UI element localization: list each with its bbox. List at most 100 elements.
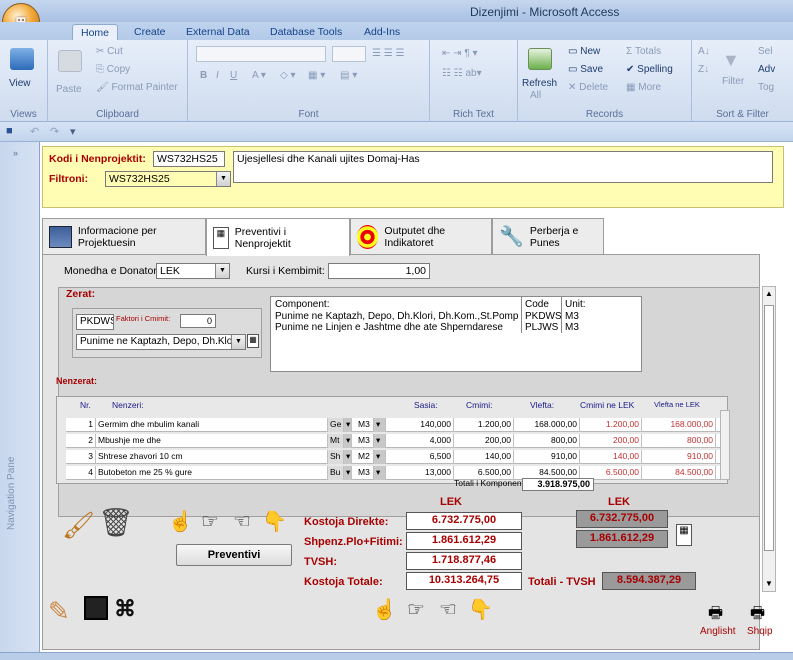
more-button[interactable]: ▦ More [626, 82, 661, 93]
refresh-button[interactable]: Refresh [522, 78, 557, 89]
customize-qat-icon[interactable]: ▾ [70, 125, 76, 138]
undo-icon[interactable]: ↶ [30, 125, 39, 138]
chevron-down-icon[interactable]: ▾ [344, 418, 352, 432]
font-color-icon[interactable]: A ▾ [252, 70, 266, 81]
component-row-1-name[interactable]: Punime ne Kaptazh, Depo, Dh.Klori, Dh.Ko… [275, 311, 518, 322]
component-code-field[interactable]: PKDWS [76, 314, 114, 330]
font-name-combo[interactable] [196, 46, 326, 62]
hand-left-icon[interactable]: ☜ [436, 596, 460, 624]
indent-icons[interactable]: ⇤ ⇥ ¶ ▾ [442, 48, 477, 59]
alt-fill-icon[interactable]: ▤ ▾ [340, 70, 357, 81]
chevron-down-icon[interactable]: ▾ [344, 434, 352, 448]
tab-perberja[interactable]: 🔧 Perberja e Punes [492, 218, 604, 254]
row-code[interactable]: Sh [328, 450, 344, 464]
row-quantity[interactable]: 13,000 [402, 466, 454, 480]
save-record-button[interactable]: ▭ Save [568, 64, 603, 75]
filtroni-combo[interactable]: WS732HS25 ▼ [105, 171, 231, 187]
hand-down-icon[interactable]: 👇 [262, 508, 287, 536]
ribbon-tab-create[interactable]: Create [126, 24, 174, 41]
trash-icon[interactable]: 🗑 [98, 506, 134, 539]
bold-button[interactable]: B [200, 70, 207, 81]
grid-scrollbar[interactable] [720, 410, 730, 480]
save-disk-icon[interactable] [84, 596, 108, 620]
table-row[interactable]: 1 Germim dhe mbulim kanali Ge ▾ M3 ▾ 140… [66, 418, 720, 432]
component-list[interactable]: Component: Code Unit: Punime ne Kaptazh,… [270, 296, 642, 372]
navigation-pane[interactable]: » [0, 142, 40, 652]
row-name[interactable]: Butobeton me 25 % gure [96, 466, 328, 480]
row-price[interactable]: 200,00 [454, 434, 514, 448]
view-button[interactable]: View [9, 78, 31, 89]
italic-button[interactable]: I [216, 70, 219, 81]
hand-right-icon[interactable]: ☞ [198, 508, 222, 536]
calculator-icon[interactable]: ▦ [676, 524, 692, 546]
hand-down-icon[interactable]: 👇 [468, 596, 493, 624]
description-field[interactable]: Ujesjellesi dhe Kanali ujites Domaj-Has [233, 151, 773, 183]
paste-button[interactable]: Paste [56, 84, 82, 95]
ribbon-tab-database-tools[interactable]: Database Tools [262, 24, 350, 41]
ribbon-tab-add-ins[interactable]: Add-Ins [356, 24, 408, 41]
list-icons[interactable]: ☷ ☷ ab▾ [442, 68, 482, 79]
save-icon[interactable]: ■ [6, 125, 13, 137]
underline-button[interactable]: U [230, 70, 237, 81]
totals-button[interactable]: Σ Totals [626, 46, 661, 57]
ribbon-tab-external-data[interactable]: External Data [178, 24, 258, 41]
filter-icon[interactable]: ▼ [722, 50, 740, 71]
font-size-combo[interactable] [332, 46, 366, 62]
view-icon[interactable] [10, 48, 34, 70]
row-unit[interactable]: M3 [356, 418, 374, 432]
row-price[interactable]: 1.200,00 [454, 418, 514, 432]
format-painter-button[interactable]: 🖌 Format Painter [96, 82, 178, 93]
copy-button[interactable]: ⎘ Copy [96, 64, 130, 75]
chevron-down-icon[interactable]: ▾ [374, 466, 386, 480]
row-name[interactable]: Germim dhe mbulim kanali [96, 418, 328, 432]
delete-record-button[interactable]: ✕ Delete [568, 82, 608, 93]
chevron-down-icon[interactable]: ▾ [374, 434, 386, 448]
row-unit[interactable]: M3 [356, 434, 374, 448]
scroll-up-icon[interactable]: ▲ [765, 289, 773, 298]
hand-up-icon[interactable]: ☝ [372, 596, 397, 624]
calculator-icon[interactable]: ▦ [247, 334, 259, 348]
toggle-filter-button[interactable]: Tog [758, 82, 774, 93]
fill-color-icon[interactable]: ◇ ▾ [280, 70, 296, 81]
chevron-down-icon[interactable]: ▼ [231, 335, 245, 349]
hand-left-icon[interactable]: ☜ [230, 508, 254, 536]
tab-preventivi[interactable]: ▦ Preventivi i Nenprojektit [206, 218, 350, 256]
refresh-icon[interactable] [528, 48, 552, 70]
chevron-down-icon[interactable]: ▾ [344, 450, 352, 464]
printer-icon[interactable]: 🖶 [750, 602, 765, 629]
chevron-down-icon[interactable]: ▾ [374, 450, 386, 464]
chevron-down-icon[interactable]: ▾ [344, 466, 352, 480]
row-unit[interactable]: M3 [356, 466, 374, 480]
row-name[interactable]: Mbushje me dhe [96, 434, 328, 448]
sort-ascending-icon[interactable]: A↓ [698, 46, 710, 57]
currency-combo[interactable]: LEK ▼ [156, 263, 230, 279]
form-scrollbar[interactable]: ▲ ▼ [762, 286, 776, 592]
hand-up-icon[interactable]: ☝ [168, 508, 193, 536]
pencil-icon[interactable]: ✎ [48, 596, 70, 627]
row-quantity[interactable]: 4,000 [402, 434, 454, 448]
hand-right-icon[interactable]: ☞ [404, 596, 428, 624]
component-row-2-name[interactable]: Punime ne Linjen e Jashtme dhe ate Shper… [275, 322, 503, 333]
shqip-button[interactable]: Shqip [747, 626, 773, 637]
binoculars-icon[interactable]: ⌘ [114, 596, 136, 622]
chevron-down-icon[interactable]: ▼ [215, 264, 229, 278]
row-price[interactable]: 140,00 [454, 450, 514, 464]
tab-outputet[interactable]: Outputet dhe Indikatoret [350, 218, 492, 254]
cut-button[interactable]: ✂ Cut [96, 46, 123, 57]
paste-icon[interactable] [58, 50, 82, 72]
row-code[interactable]: Mt [328, 434, 344, 448]
scrollbar-thumb[interactable] [764, 305, 774, 551]
chevron-down-icon[interactable]: ▾ [374, 418, 386, 432]
row-code[interactable]: Bu [328, 466, 344, 480]
table-row[interactable]: 3 Shtrese zhavori 10 cm Sh ▾ M2 ▾ 6,500 … [66, 450, 720, 464]
row-quantity[interactable]: 6,500 [402, 450, 454, 464]
new-record-button[interactable]: ▭ New [568, 46, 600, 57]
factor-field[interactable]: 0 [180, 314, 216, 328]
anglisht-button[interactable]: Anglisht [700, 626, 736, 637]
tab-informacione[interactable]: Informacione per Projektuesin [42, 218, 206, 254]
sort-descending-icon[interactable]: Z↓ [698, 64, 709, 75]
redo-icon[interactable]: ↷ [50, 125, 59, 138]
expand-nav-icon[interactable]: » [13, 148, 18, 158]
row-code[interactable]: Ge [328, 418, 344, 432]
preventivi-button[interactable]: Preventivi [176, 544, 292, 566]
